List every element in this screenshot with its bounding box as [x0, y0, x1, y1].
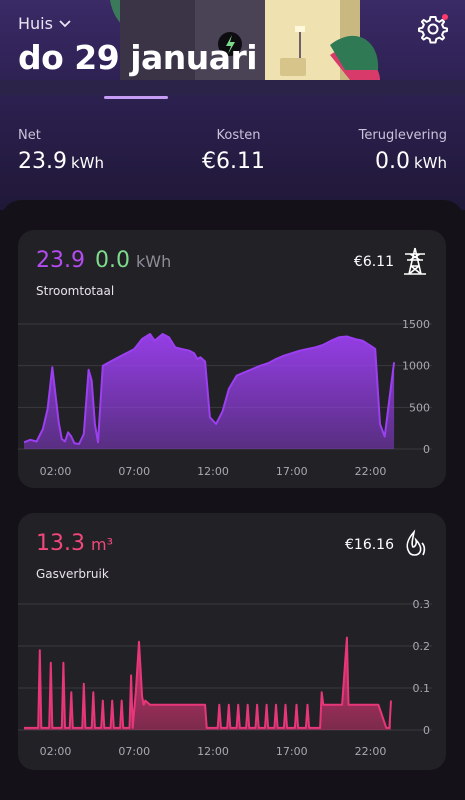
- y-tick-label: 500: [409, 401, 430, 414]
- x-tick-label: 07:00: [118, 745, 150, 758]
- gas-card[interactable]: 13.3 m³ Gasverbruik €16.16 0 0.1 0.2 0.3 02:…: [18, 513, 446, 770]
- stat-label: Net: [18, 128, 41, 143]
- x-tick-label: 17:00: [276, 465, 308, 478]
- x-tick-label: 12:00: [197, 465, 229, 478]
- stat-return: Teruglevering 0.0 kWh: [359, 128, 447, 174]
- page-title: do 29 januari: [18, 38, 258, 77]
- location-label: Huis: [18, 14, 53, 33]
- series-area: [24, 334, 395, 449]
- stat-costs: Kosten €6.11: [202, 128, 265, 174]
- electricity-card[interactable]: 23.9 0.0 kWh Stroomtotaal €6.11 0 500 1000…: [18, 230, 446, 488]
- chevron-down-icon: [59, 19, 71, 27]
- header-banner: Huis do 29 januari Net 23.9 kWh Kosten €6…: [0, 0, 465, 210]
- stat-net: Net 23.9 kWh: [18, 128, 104, 174]
- x-tick-label: 02:00: [40, 745, 72, 758]
- x-tick-label: 07:00: [118, 465, 150, 478]
- y-tick-label: 0: [423, 724, 430, 737]
- x-tick-label: 22:00: [355, 465, 387, 478]
- stat-value: 0.0: [374, 149, 410, 174]
- gas-chart: 0 0.1 0.2 0.3 02:00 07:00 12:00 17:00 22:00: [18, 598, 432, 758]
- x-tick-label: 12:00: [197, 745, 229, 758]
- y-tick-label: 0.3: [413, 598, 431, 611]
- stat-label: Teruglevering: [358, 128, 447, 143]
- y-tick-label: 1000: [402, 360, 430, 373]
- electricity-chart: 0 500 1000 1500 02:00 07:00 12:00 17:00 22:00: [18, 318, 432, 478]
- stat-value: 23.9: [18, 149, 67, 174]
- settings-button[interactable]: [418, 14, 448, 44]
- y-tick-label: 0.1: [413, 682, 431, 695]
- x-tick-label: 22:00: [355, 745, 387, 758]
- stat-unit: kWh: [70, 154, 105, 172]
- notification-dot: [442, 14, 448, 20]
- tab-indicator: [104, 96, 168, 99]
- y-tick-label: 1500: [402, 318, 430, 331]
- y-tick-label: 0: [423, 443, 430, 456]
- series-area: [24, 637, 391, 730]
- stat-value: €6.11: [202, 149, 265, 174]
- stat-label: Kosten: [216, 128, 261, 143]
- stat-unit: kWh: [413, 154, 447, 172]
- x-tick-label: 17:00: [276, 745, 308, 758]
- x-tick-label: 02:00: [40, 465, 72, 478]
- location-selector[interactable]: Huis: [18, 14, 71, 33]
- summary-stats: Net 23.9 kWh Kosten €6.11 Teruglevering 0…: [0, 128, 465, 188]
- y-tick-label: 0.2: [413, 640, 431, 653]
